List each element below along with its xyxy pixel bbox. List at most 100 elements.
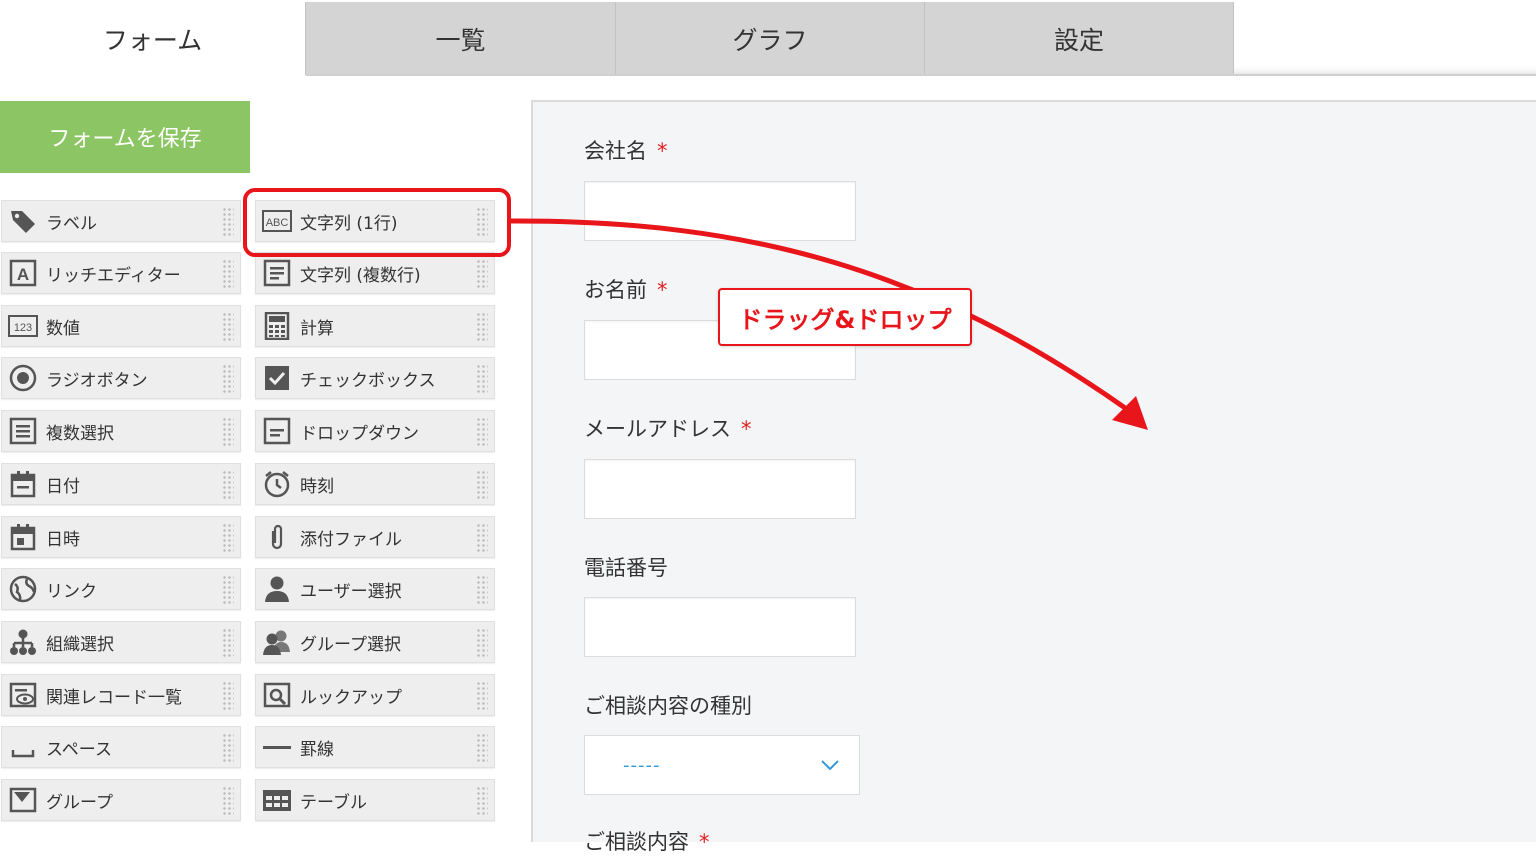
tab-form[interactable]: フォーム — [0, 2, 306, 75]
palette-item-text: テーブル — [300, 792, 367, 813]
palette-item-text: 複数選択 — [46, 423, 114, 444]
drag-grip-icon[interactable] — [222, 259, 234, 289]
tab-list[interactable]: 一覧 — [306, 2, 616, 75]
palette-item-text: グループ — [46, 792, 113, 813]
tag-icon — [8, 206, 38, 236]
tab-bar: フォーム 一覧 グラフ 設定 — [0, 0, 1536, 76]
palette-item-text: グループ選択 — [300, 634, 401, 655]
drag-grip-icon[interactable] — [222, 523, 234, 553]
palette-item-text: ユーザー選択 — [300, 581, 402, 602]
drag-grip-icon[interactable] — [222, 733, 234, 763]
palette-item-multi-line-text[interactable]: 文字列 (複数行) — [255, 252, 495, 294]
drag-grip-icon[interactable] — [222, 575, 234, 605]
tab-bar-filler — [1234, 0, 1536, 74]
required-mark: * — [657, 139, 668, 163]
highlight-box — [243, 188, 511, 257]
number-icon: 123 — [8, 311, 38, 341]
drag-grip-icon[interactable] — [222, 312, 234, 342]
globe-icon — [8, 574, 38, 604]
phone-input[interactable] — [584, 597, 856, 657]
palette-item-multi-select[interactable]: 複数選択 — [1, 410, 241, 452]
drag-grip-icon[interactable] — [222, 470, 234, 500]
palette-item-text: ルックアップ — [300, 687, 402, 708]
drag-grip-icon[interactable] — [222, 417, 234, 447]
palette-item-calc[interactable]: 計算 — [255, 305, 495, 347]
drag-grip-icon[interactable] — [222, 681, 234, 711]
tab-settings[interactable]: 設定 — [925, 2, 1234, 75]
related-records-icon — [8, 680, 38, 710]
palette-item-text: 罫線 — [300, 739, 334, 760]
drag-grip-icon[interactable] — [222, 207, 234, 237]
field-label-inquiry-content: ご相談内容 * — [584, 830, 710, 854]
palette-item-dropdown[interactable]: ドロップダウン — [255, 410, 495, 452]
palette-item-radio[interactable]: ラジオボタン — [1, 357, 241, 399]
dropdown-icon — [262, 416, 292, 446]
drag-grip-icon[interactable] — [476, 628, 488, 658]
drag-grip-icon[interactable] — [476, 312, 488, 342]
calendar-icon — [8, 469, 38, 499]
drag-grip-icon[interactable] — [476, 259, 488, 289]
palette-item-text: 日時 — [46, 529, 80, 550]
palette-item-org-select[interactable]: 組織選択 — [1, 621, 241, 663]
tab-graph[interactable]: グラフ — [616, 2, 925, 75]
svg-text:123: 123 — [14, 322, 32, 334]
palette-item-datetime[interactable]: 日時 — [1, 516, 241, 558]
calendar-time-icon — [8, 522, 38, 552]
rich-text-icon: A — [8, 258, 38, 288]
group-field-icon — [8, 785, 38, 815]
palette-item-group-select[interactable]: グループ選択 — [255, 621, 495, 663]
palette-item-number[interactable]: 123 数値 — [1, 305, 241, 347]
palette-item-label[interactable]: ラベル — [1, 200, 241, 242]
palette-item-text: ドロップダウン — [300, 423, 419, 444]
palette-item-user-select[interactable]: ユーザー選択 — [255, 568, 495, 610]
palette-item-text: 添付ファイル — [300, 529, 402, 550]
drag-grip-icon[interactable] — [222, 786, 234, 816]
multi-select-icon — [8, 416, 38, 446]
field-label-inquiry-type: ご相談内容の種別 — [584, 694, 752, 718]
drag-grip-icon[interactable] — [476, 417, 488, 447]
palette-item-space[interactable]: スペース — [1, 726, 241, 768]
drag-grip-icon[interactable] — [476, 681, 488, 711]
palette-item-text: 数値 — [46, 318, 80, 339]
drag-grip-icon[interactable] — [222, 628, 234, 658]
palette-item-rich-editor[interactable]: A リッチエディター — [1, 252, 241, 294]
inquiry-type-select[interactable]: ----- — [584, 735, 860, 795]
drag-grip-icon[interactable] — [476, 523, 488, 553]
save-form-button[interactable]: フォームを保存 — [0, 101, 250, 173]
palette-item-divider-line[interactable]: 罫線 — [255, 726, 495, 768]
palette-item-checkbox[interactable]: チェックボックス — [255, 357, 495, 399]
email-input[interactable] — [584, 459, 856, 519]
palette-item-table[interactable]: テーブル — [255, 779, 495, 821]
drag-drop-callout: ドラッグ&ドロップ — [718, 288, 972, 346]
palette-item-text: スペース — [46, 739, 112, 760]
drag-grip-icon[interactable] — [222, 364, 234, 394]
drag-grip-icon[interactable] — [476, 733, 488, 763]
palette-item-lookup[interactable]: ルックアップ — [255, 674, 495, 716]
drag-grip-icon[interactable] — [476, 786, 488, 816]
multiline-text-icon — [262, 258, 292, 288]
palette-item-text: 文字列 (複数行) — [300, 265, 421, 286]
chevron-down-icon — [821, 760, 839, 771]
checkbox-icon — [262, 363, 292, 393]
drag-grip-icon[interactable] — [476, 364, 488, 394]
palette-item-time[interactable]: 時刻 — [255, 463, 495, 505]
users-icon — [262, 627, 292, 657]
palette-item-group[interactable]: グループ — [1, 779, 241, 821]
palette-item-text: 計算 — [300, 318, 334, 339]
clock-icon — [262, 469, 292, 499]
palette-item-link[interactable]: リンク — [1, 568, 241, 610]
palette-item-date[interactable]: 日付 — [1, 463, 241, 505]
palette-item-text: ラベル — [46, 213, 97, 234]
palette-item-text: 関連レコード一覧 — [46, 687, 182, 708]
drag-grip-icon[interactable] — [476, 575, 488, 605]
form-canvas[interactable]: 会社名 * お名前 * メールアドレス * 電話番号 ご相談内容の種別 ----- ご… — [531, 100, 1536, 854]
field-label-phone: 電話番号 — [584, 556, 668, 580]
drag-grip-icon[interactable] — [476, 470, 488, 500]
required-mark: * — [741, 417, 752, 441]
palette-item-attachment[interactable]: 添付ファイル — [255, 516, 495, 558]
palette-item-related-records[interactable]: 関連レコード一覧 — [1, 674, 241, 716]
required-mark: * — [699, 830, 710, 854]
table-icon — [262, 785, 292, 815]
company-name-input[interactable] — [584, 181, 856, 241]
palette-item-text: 組織選択 — [46, 634, 114, 655]
